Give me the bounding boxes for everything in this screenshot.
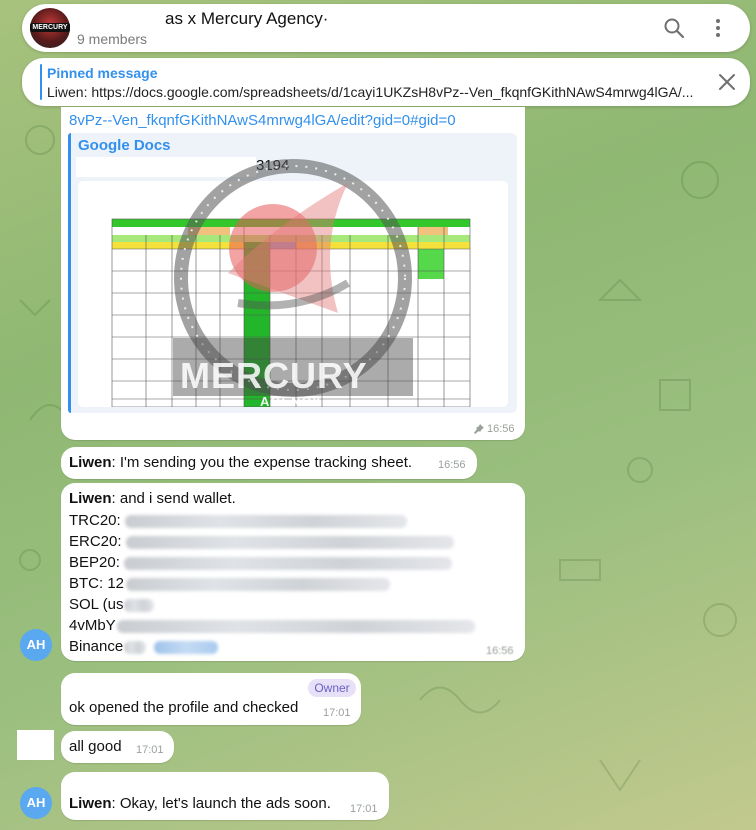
message-time: 16:56 [438, 459, 466, 471]
chat-title[interactable]: as x Mercury Agency· [165, 9, 328, 29]
wallet-line-btc: BTC: 12 [69, 573, 391, 594]
message-link[interactable]: 8vPz--Ven_fkqnfGKithNAwS4mrwg4lGA/edit?g… [69, 110, 456, 131]
watermark-subtext: AGENCY [260, 394, 322, 409]
close-icon[interactable] [715, 70, 739, 94]
preview-accent-bar [68, 133, 71, 413]
wallet-line-trc20: TRC20: [69, 510, 407, 531]
group-avatar[interactable]: MERCURY [30, 8, 70, 48]
message-time: 17:01 [323, 707, 351, 719]
message-bubble-wallet[interactable]: Liwen: and i send wallet. TRC20: ERC20: … [61, 483, 525, 661]
message-time: 16:56 [486, 645, 514, 657]
sender-name[interactable]: Liwen [69, 490, 112, 507]
pin-icon [474, 424, 484, 434]
search-icon[interactable] [662, 16, 686, 40]
wallet-line-bep20: BEP20: [69, 552, 453, 573]
message-text: all good [69, 738, 122, 755]
sender-name[interactable]: Liwen [69, 795, 112, 812]
pinned-text[interactable]: Liwen: https://docs.google.com/spreadshe… [47, 84, 707, 100]
message-text: : and i send wallet. [111, 490, 236, 507]
sender-name[interactable]: Liwen [69, 454, 112, 471]
message-text: : Okay, let's launch the ads soon. [111, 795, 331, 812]
logo-text: MERCURY [30, 23, 70, 32]
avatar[interactable]: AH [20, 629, 52, 661]
message-time: 17:01 [350, 803, 378, 815]
owner-badge: Owner [308, 679, 356, 697]
message-time: 16:56 [487, 423, 515, 435]
wallet-line-sol: SOL (us [69, 594, 155, 615]
chat-header[interactable]: MERCURY as x Mercury Agency· 9 members [22, 4, 750, 52]
watermark-text: MERCURY [180, 355, 368, 396]
more-vertical-icon[interactable] [706, 16, 730, 40]
link-preview[interactable]: Google Docs 3194 MERCURY AGENCY [68, 133, 517, 413]
wallet-line-address: 4vMbY [69, 615, 475, 636]
member-count: 9 members [77, 31, 148, 47]
message-bubble-launch[interactable]: Liwen: Okay, let's launch the ads soon. … [61, 772, 389, 820]
pinned-message-bar[interactable]: Pinned message Liwen: https://docs.googl… [22, 58, 750, 106]
pinned-title: Pinned message [47, 65, 158, 81]
message-text: ok opened the profile and checked [69, 699, 299, 716]
redaction-block [84, 10, 164, 30]
redaction-block [17, 730, 54, 760]
wallet-line-binance: Binance [69, 636, 219, 657]
pinned-indicator [40, 64, 42, 100]
avatar[interactable]: AH [20, 787, 52, 819]
message-time: 17:01 [136, 744, 164, 756]
message-text: : I'm sending you the expense tracking s… [111, 454, 413, 471]
message-bubble-expense[interactable]: Liwen: I'm sending you the expense track… [61, 447, 477, 479]
wallet-line-erc20: ERC20: [69, 531, 454, 552]
preview-site-name: Google Docs [78, 137, 171, 154]
message-bubble-all-good[interactable]: all good 17:01 [61, 731, 174, 763]
